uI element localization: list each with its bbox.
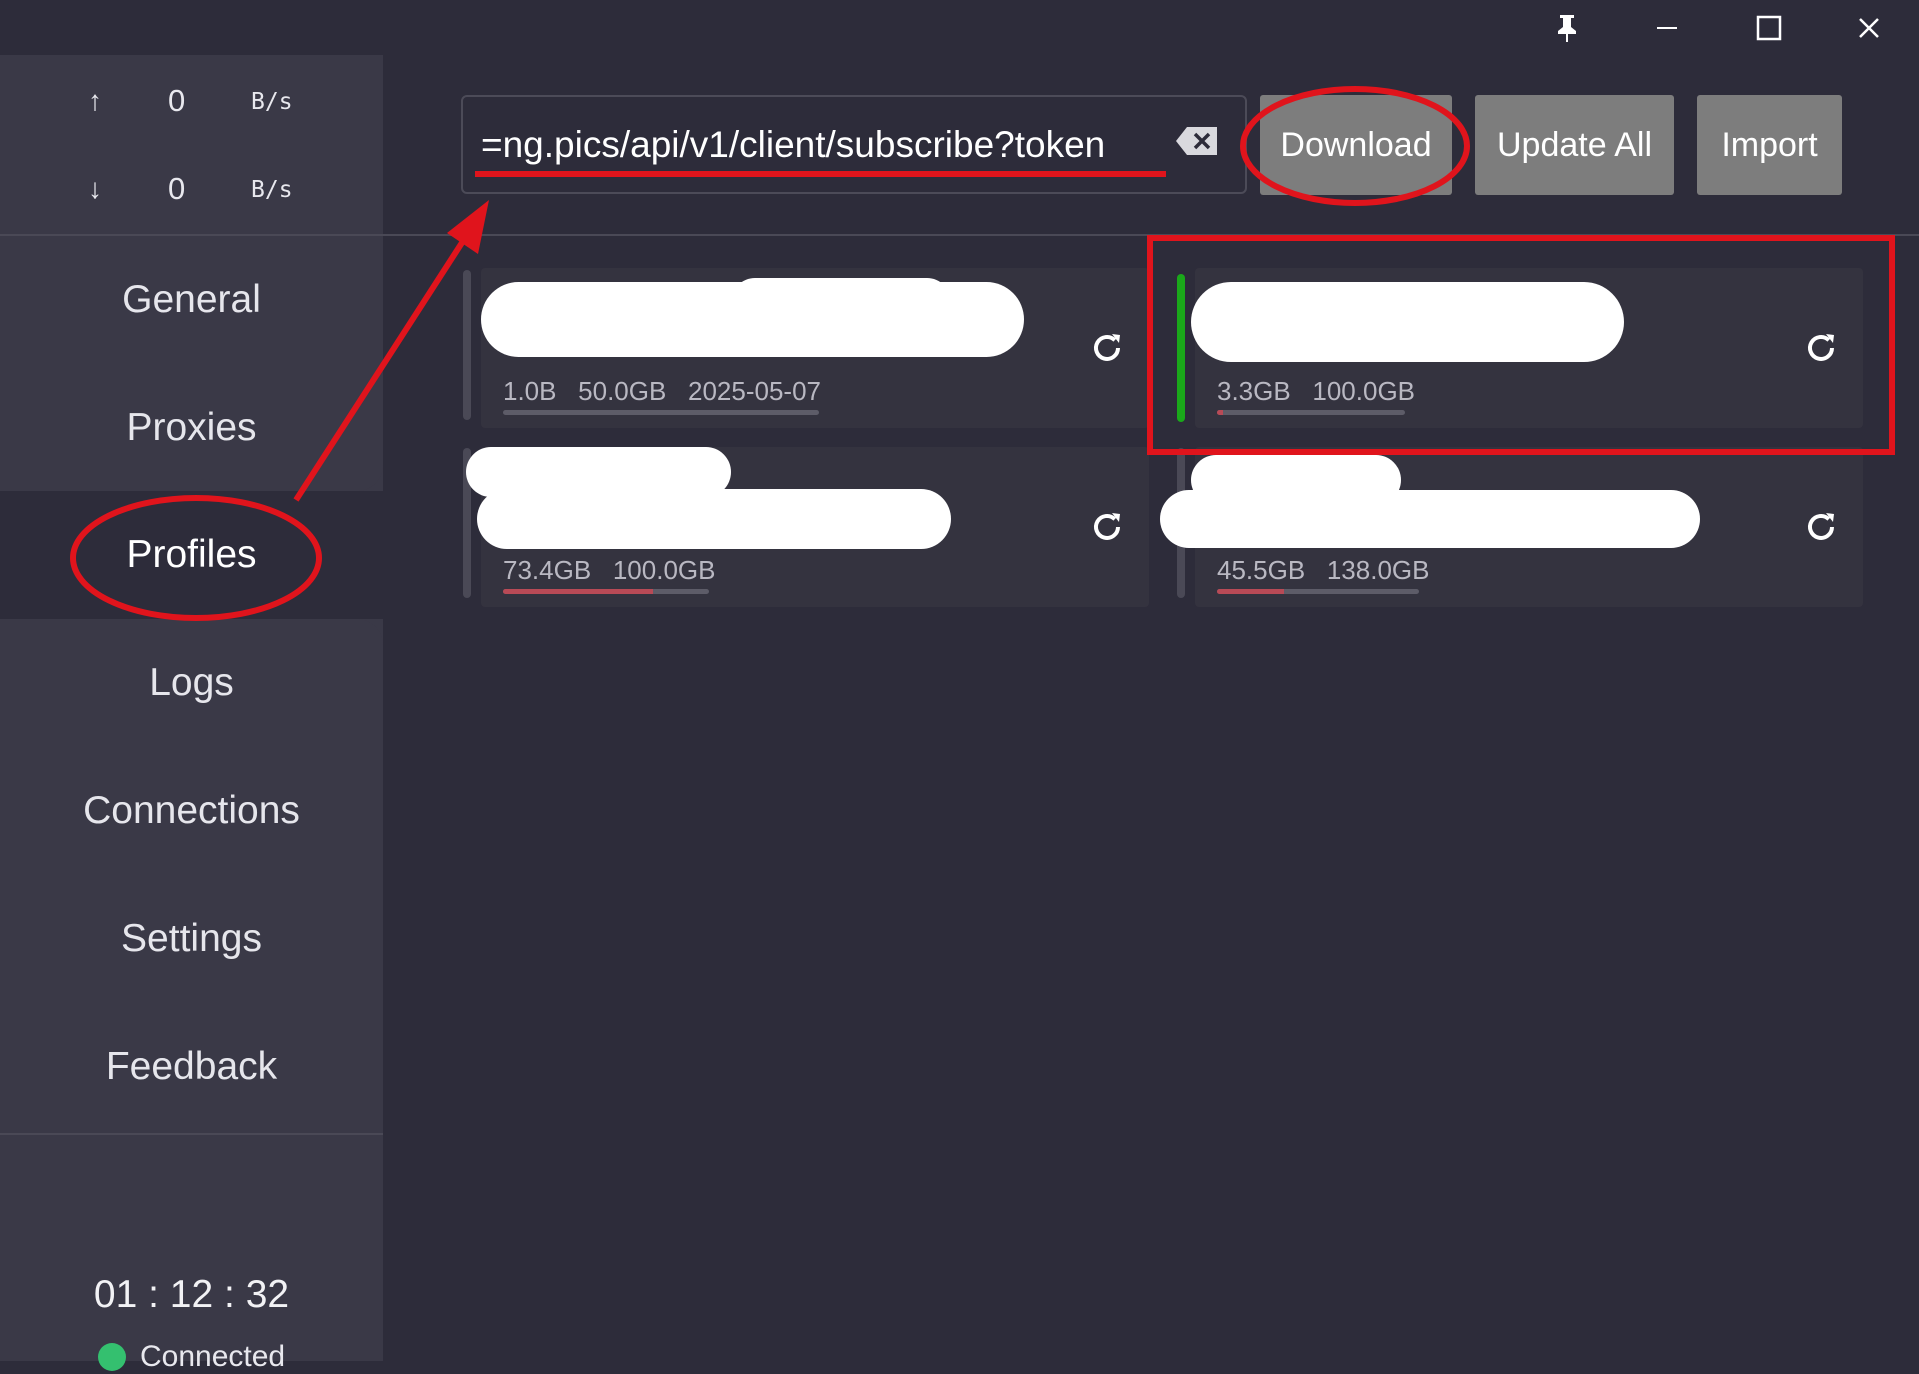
redaction-overlay — [1191, 282, 1624, 362]
upload-value: 0 — [168, 83, 186, 118]
profile-card-indicator — [463, 270, 471, 420]
traffic-monitor: ↑ 0 B/s ↓ 0 B/s — [0, 55, 383, 236]
pin-icon[interactable] — [1517, 0, 1617, 55]
refresh-icon[interactable] — [1801, 507, 1841, 547]
download-value: 0 — [168, 171, 186, 206]
download-unit: B/s — [251, 177, 293, 203]
nav-item-feedback[interactable]: Feedback — [0, 1003, 383, 1131]
upload-speed: ↑ 0 B/s — [0, 83, 383, 123]
profile-card-active[interactable]: 3.3GB 100.0GB — [1191, 268, 1863, 428]
refresh-icon[interactable] — [1087, 507, 1127, 547]
profile-card[interactable]: 73.4GB 100.0GB — [466, 447, 1149, 607]
profile-usage-bar — [1217, 410, 1405, 415]
subscription-url-field[interactable] — [461, 95, 1247, 194]
clear-input-icon[interactable] — [1175, 126, 1219, 156]
subscription-url-input[interactable] — [481, 119, 1161, 171]
connection-status: Connected — [98, 1340, 285, 1374]
sidebar-footer: 01 : 12 : 32 Connected — [0, 1133, 383, 1373]
status-dot-icon — [98, 1343, 126, 1371]
profile-usage-text: 3.3GB 100.0GB — [1217, 376, 1416, 406]
sidebar: ↑ 0 B/s ↓ 0 B/s General Proxies Profiles… — [0, 55, 383, 1373]
redaction-overlay — [731, 278, 951, 326]
profile-usage-text: 73.4GB 100.0GB — [503, 555, 716, 585]
minimize-icon[interactable] — [1618, 0, 1718, 55]
profile-usage-text: 1.0B 50.0GB 2025-05-07 — [503, 376, 821, 406]
nav-item-profiles[interactable]: Profiles — [0, 491, 383, 619]
usage-fill — [1217, 410, 1223, 415]
title-bar — [0, 0, 1919, 55]
profile-card-indicator-active — [1177, 274, 1185, 422]
maximize-icon[interactable] — [1719, 0, 1819, 55]
upload-arrow-icon: ↑ — [88, 85, 102, 116]
redaction-overlay — [477, 489, 951, 549]
close-icon[interactable] — [1819, 0, 1919, 55]
usage-fill — [1217, 589, 1284, 594]
profile-usage-text: 45.5GB 138.0GB — [1217, 555, 1430, 585]
redaction-overlay — [1160, 490, 1700, 548]
download-button[interactable]: Download — [1260, 95, 1452, 195]
nav-group-top: General Proxies — [0, 236, 383, 491]
arrow-head-annotation — [447, 200, 489, 254]
profile-usage-bar — [503, 410, 819, 415]
download-speed: ↓ 0 B/s — [0, 171, 383, 211]
nav-item-profiles-container: Profiles — [0, 491, 383, 619]
usage-fill — [503, 589, 654, 594]
refresh-icon[interactable] — [1087, 328, 1127, 368]
profile-usage-bar — [503, 589, 709, 594]
profile-card[interactable]: 45.5GB 138.0GB — [1160, 447, 1863, 607]
profile-usage-bar — [1217, 589, 1419, 594]
nav-item-connections[interactable]: Connections — [0, 747, 383, 875]
toolbar-divider — [383, 234, 1919, 236]
uptime-timer: 01 : 12 : 32 — [93, 1273, 290, 1316]
refresh-icon[interactable] — [1801, 328, 1841, 368]
status-label: Connected — [140, 1340, 286, 1373]
update-all-button[interactable]: Update All — [1475, 95, 1674, 195]
nav-item-logs[interactable]: Logs — [0, 619, 383, 747]
nav-item-general[interactable]: General — [0, 236, 383, 364]
upload-unit: B/s — [251, 89, 293, 115]
nav-item-settings[interactable]: Settings — [0, 875, 383, 1003]
nav-item-proxies[interactable]: Proxies — [0, 364, 383, 492]
nav-group-bottom: Logs Connections Settings Feedback — [0, 619, 383, 1129]
import-button[interactable]: Import — [1697, 95, 1842, 195]
profile-card[interactable]: 1.0B 50.0GB 2025-05-07 — [481, 268, 1149, 428]
download-arrow-icon: ↓ — [88, 173, 102, 204]
